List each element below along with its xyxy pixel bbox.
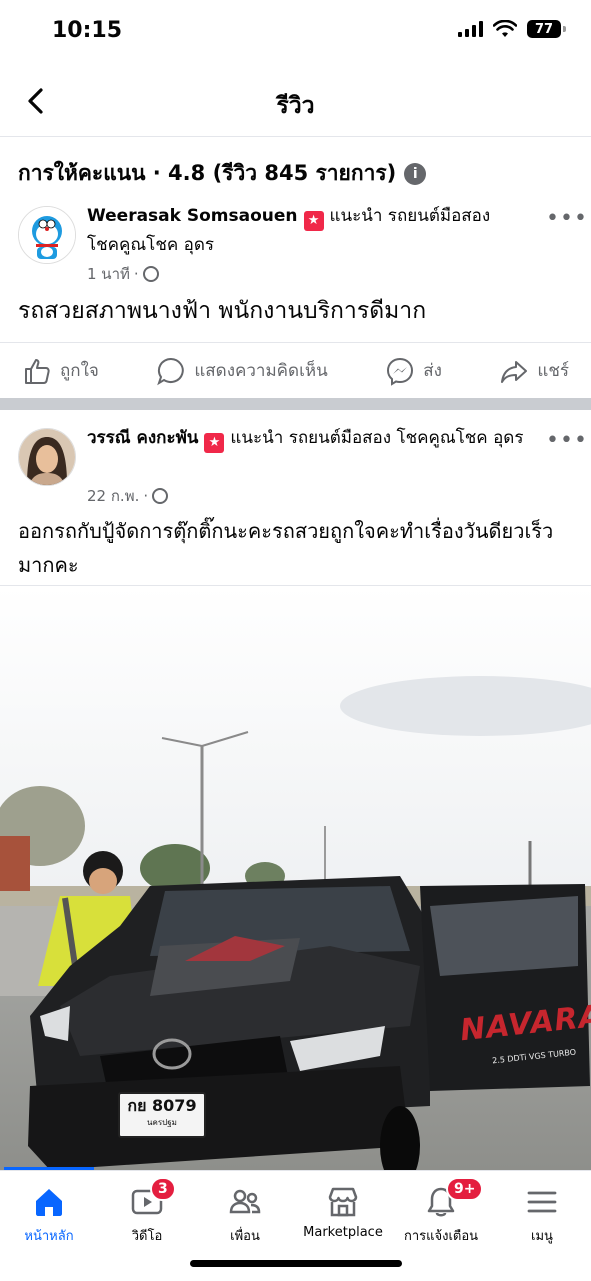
globe-icon <box>142 266 159 282</box>
tab-home[interactable]: หน้าหลัก <box>0 1171 98 1251</box>
tab-label: เมนู <box>531 1229 553 1244</box>
tab-notifications[interactable]: การแจ้งเตือน 9+ <box>392 1171 490 1251</box>
status-time: 10:15 <box>52 18 123 43</box>
video-badge: 3 <box>150 1177 176 1201</box>
post-time[interactable]: 22 ก.พ. <box>87 484 139 508</box>
send-label: ส่ง <box>423 361 442 381</box>
notification-badge: 9+ <box>446 1177 484 1201</box>
avatar[interactable] <box>18 206 76 264</box>
like-button[interactable]: ถูกใจ <box>22 356 99 386</box>
post-author-line: Weerasak Somsaouen ★ แนะนำ รถยนต์มือสอง โช… <box>87 202 527 260</box>
author-name[interactable]: วรรณี คงกะพัน <box>87 428 198 448</box>
post-separator <box>0 398 591 410</box>
globe-icon <box>152 488 169 504</box>
send-button[interactable]: ส่ง <box>385 356 442 386</box>
user-photo-avatar-icon <box>19 429 75 485</box>
menu-icon <box>527 1191 557 1213</box>
signal-icon <box>458 21 483 37</box>
tab-label: เพื่อน <box>230 1229 260 1244</box>
tab-label: Marketplace <box>303 1225 383 1240</box>
avatar[interactable] <box>18 428 76 486</box>
plate-number: กย 8079 <box>127 1096 197 1115</box>
page-title: รีวิว <box>276 93 315 119</box>
thumbs-up-icon <box>25 358 50 384</box>
tab-label: วิดีโอ <box>131 1229 163 1244</box>
more-options-icon[interactable]: ••• <box>546 206 588 231</box>
home-icon <box>36 1189 62 1216</box>
post-text: ออกรถกับปู้จัดการตุ๊กติ๊กนะคะรถสวยถูกใจค… <box>18 519 554 577</box>
more-options-icon[interactable]: ••• <box>546 428 588 453</box>
rating-text: การให้คะแนน · 4.8 (รีวิว 845 รายการ) <box>18 161 397 185</box>
post-photo[interactable]: กย 8079 นครปฐม NAVARA 2.5 DDTi VGS TURBO <box>0 586 591 1170</box>
comment-label: แสดงความคิดเห็น <box>194 361 328 381</box>
recommend-star-icon: ★ <box>303 211 324 231</box>
messenger-icon <box>387 357 414 386</box>
tab-video[interactable]: วิดีโอ 3 <box>98 1171 196 1251</box>
rating-summary: การให้คะแนน · 4.8 (รีวิว 845 รายการ) i <box>18 157 427 190</box>
home-indicator <box>190 1260 402 1267</box>
battery-icon: 77 <box>527 20 566 38</box>
recommend-text: แนะนำ รถยนต์มือสอง โชคคูณโชค อุดร <box>230 428 524 448</box>
share-label: แชร์ <box>537 361 569 381</box>
post-actions: ถูกใจ แสดงความคิดเห็น ส่ง แชร์ <box>0 342 591 398</box>
header: รีวิว <box>0 70 591 137</box>
comment-button[interactable]: แสดงความคิดเห็น <box>156 356 328 386</box>
license-plate: กย 8079 นครปฐม <box>118 1092 206 1138</box>
share-icon <box>501 360 528 383</box>
info-icon[interactable]: i <box>404 162 427 185</box>
tab-friends[interactable]: เพื่อน <box>196 1171 294 1251</box>
doraemon-avatar-icon <box>19 207 75 263</box>
wifi-icon <box>493 20 517 37</box>
post-text: รถสวยสภาพนางฟ้า พนักงานบริการดีมาก <box>18 298 427 324</box>
tab-menu[interactable]: เมนู <box>493 1171 591 1251</box>
post-meta: 22 ก.พ. · <box>87 484 169 508</box>
like-label: ถูกใจ <box>60 361 99 381</box>
friends-icon <box>229 1189 261 1214</box>
car-photo-image <box>0 586 591 1170</box>
author-name[interactable]: Weerasak Somsaouen <box>87 206 298 226</box>
share-button[interactable]: แชร์ <box>499 356 569 386</box>
post-meta: 1 นาที · <box>87 262 159 286</box>
recommend-star-icon: ★ <box>204 433 225 453</box>
plate-province: นครปฐม <box>147 1118 177 1127</box>
status-icons: 77 <box>458 20 566 38</box>
post-time[interactable]: 1 นาที <box>87 262 130 286</box>
tab-label: หน้าหลัก <box>24 1229 74 1244</box>
marketplace-icon <box>328 1187 358 1217</box>
post-author-line: วรรณี คงกะพัน ★ แนะนำ รถยนต์มือสอง โชคคูณโ… <box>87 424 532 453</box>
tab-marketplace[interactable]: Marketplace <box>294 1171 392 1251</box>
tab-label: การแจ้งเตือน <box>403 1229 479 1244</box>
comment-icon <box>157 357 185 385</box>
